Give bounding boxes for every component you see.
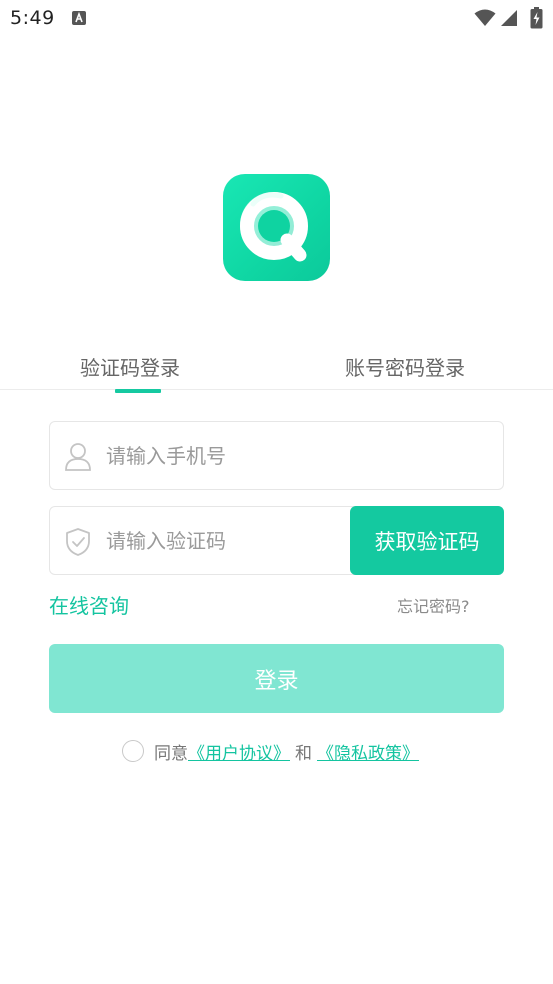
status-time: 5:49 (10, 7, 55, 29)
wifi-icon (474, 9, 496, 26)
get-code-button[interactable]: 获取验证码 (350, 506, 504, 575)
app-logo-q-icon (240, 192, 308, 262)
tab-sms-login[interactable]: 验证码登录 (80, 352, 180, 381)
tab-password-login[interactable]: 账号密码登录 (345, 352, 465, 381)
app-logo (223, 174, 330, 281)
login-tabs: 验证码登录 账号密码登录 (0, 338, 553, 393)
status-bar: 5:49 (0, 0, 553, 38)
agreement-text: 同意《用户协议》和《隐私政策》 (154, 739, 419, 764)
agree-and-text: 和 (295, 744, 312, 764)
battery-charging-icon (530, 7, 543, 29)
privacy-policy-link[interactable]: 《隐私政策》 (317, 744, 419, 764)
user-agreement-link[interactable]: 《用户协议》 (188, 744, 290, 764)
user-icon (65, 443, 91, 471)
a-notification-icon (72, 11, 86, 25)
login-button[interactable]: 登录 (49, 644, 504, 713)
phone-input[interactable] (106, 422, 346, 489)
online-consult-link[interactable]: 在线咨询 (49, 590, 129, 619)
shield-check-icon (66, 528, 90, 556)
agree-prefix: 同意 (154, 744, 188, 764)
phone-field (49, 421, 504, 490)
code-input[interactable] (106, 507, 346, 574)
cellular-signal-icon (501, 10, 517, 26)
forgot-password-link[interactable]: 忘记密码? (397, 593, 470, 617)
active-tab-indicator (115, 389, 161, 393)
agree-checkbox[interactable] (122, 740, 144, 762)
